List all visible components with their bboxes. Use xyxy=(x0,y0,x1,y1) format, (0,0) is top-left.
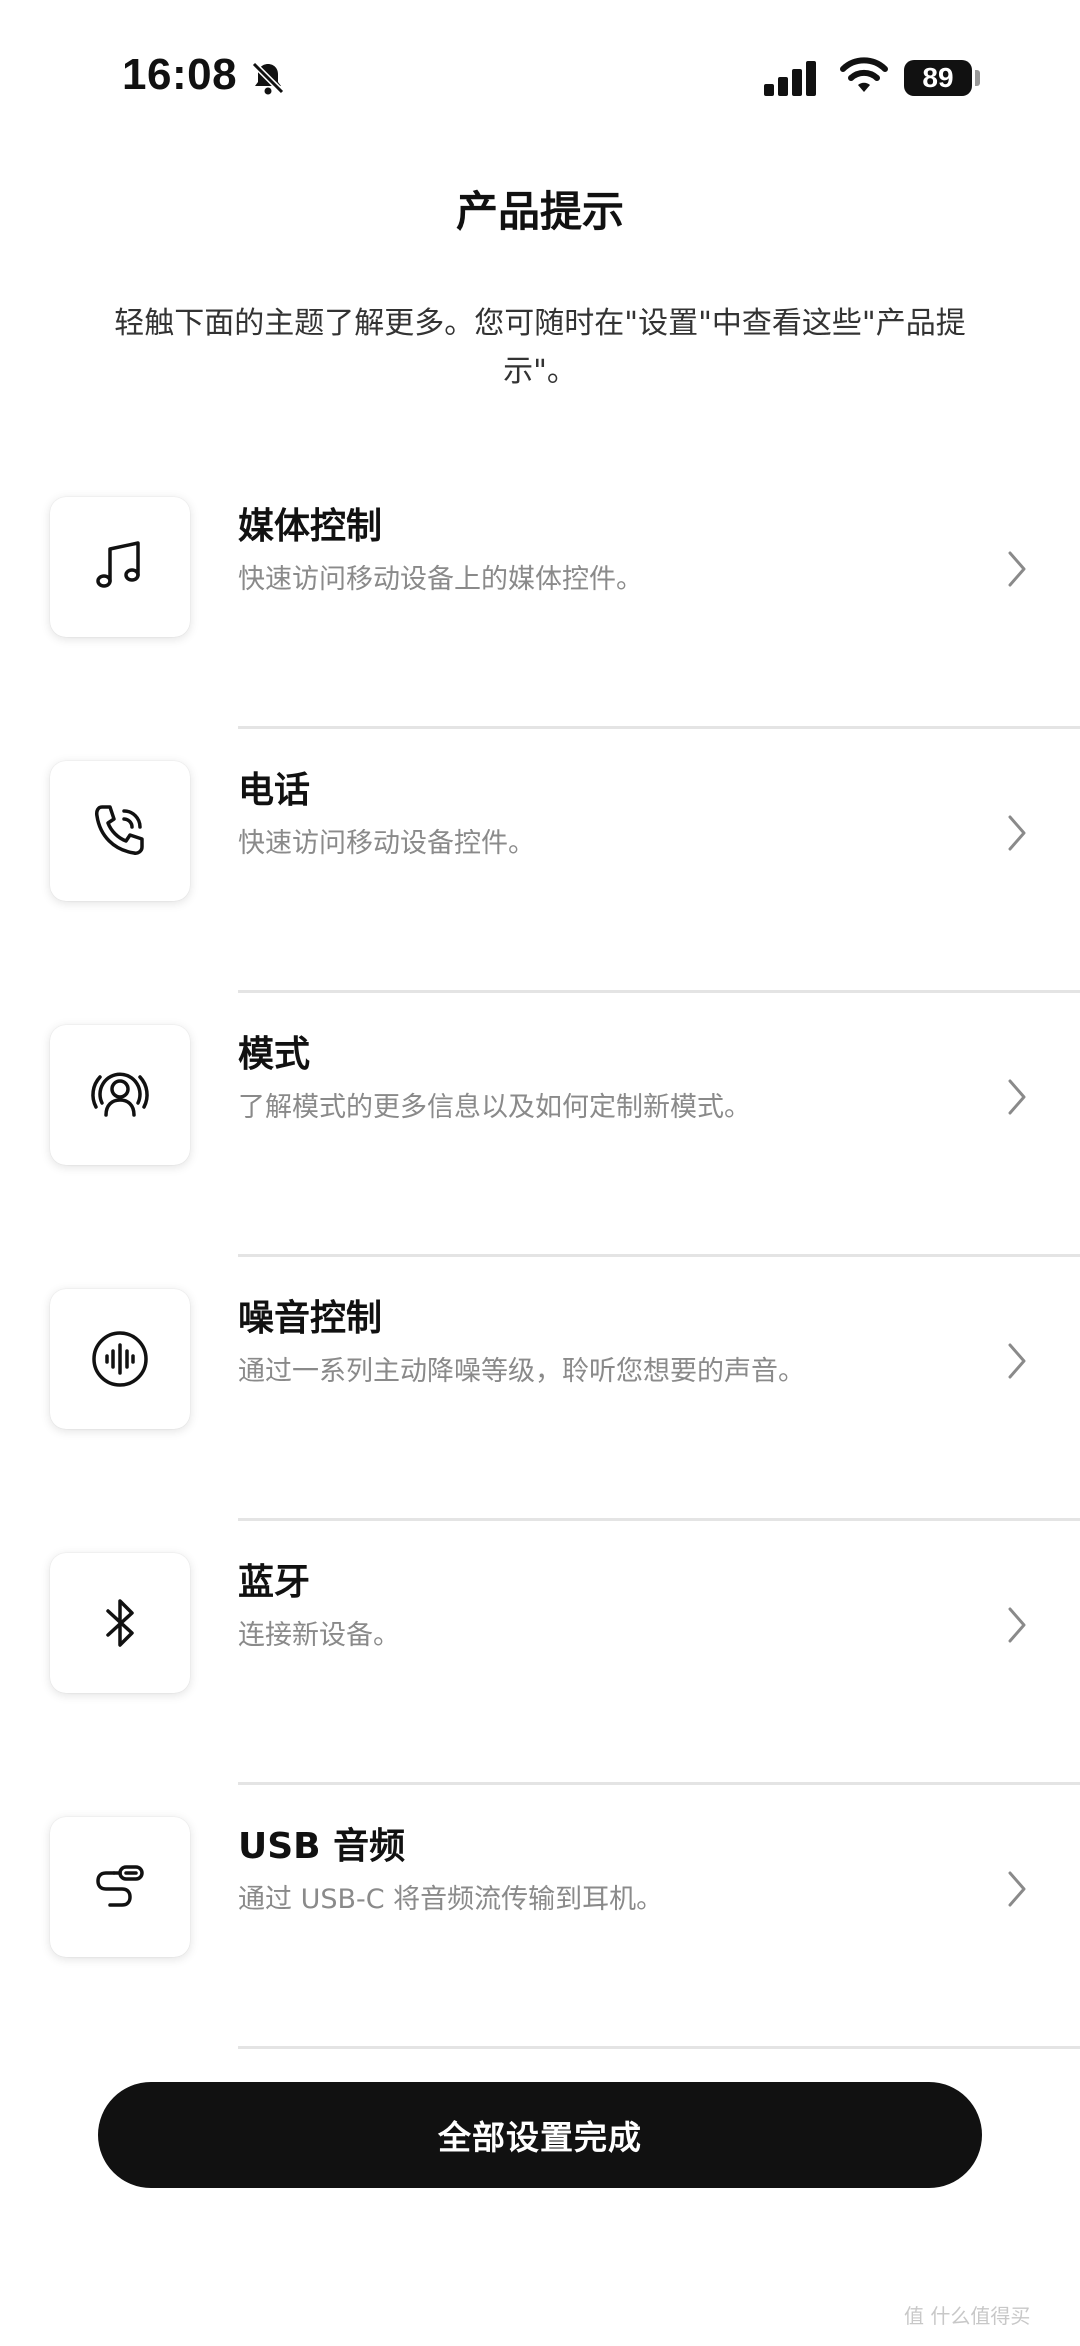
icon-tile xyxy=(50,1025,190,1165)
status-bar: 16:08 89 xyxy=(0,0,1080,150)
item-subtitle: 通过一系列主动降噪等级，聆听您想要的声音。 xyxy=(238,1356,805,1387)
item-title: USB 音频 xyxy=(238,1826,406,1867)
icon-tile xyxy=(50,1553,190,1693)
item-title: 媒体控制 xyxy=(238,506,383,547)
chevron-right-icon xyxy=(1008,1343,1026,1379)
item-title: 模式 xyxy=(238,1034,311,1075)
music-note-icon xyxy=(96,541,140,588)
chevron-right-icon xyxy=(1008,1079,1026,1115)
cellular-signal-icon xyxy=(764,61,816,96)
phone-calling-icon xyxy=(95,805,144,855)
list-item-media-control[interactable]: 媒体控制 快速访问移动设备上的媒体控件。 xyxy=(0,465,1080,729)
list-item-bluetooth[interactable]: 蓝牙 连接新设备。 xyxy=(0,1521,1080,1785)
icon-tile xyxy=(50,1817,190,1957)
person-immersive-icon xyxy=(91,1072,149,1117)
bluetooth-icon xyxy=(106,1599,134,1647)
usb-c-cable-icon xyxy=(96,1865,144,1907)
product-tips-screen: 16:08 89 产品提示 轻触下面的主题了解更多。您可随时在"设置"中查看这些… xyxy=(0,0,1080,2346)
watermark: 值 什么值得买 xyxy=(904,2304,1031,2328)
item-subtitle: 快速访问移动设备上的媒体控件。 xyxy=(238,564,643,595)
chevron-right-icon xyxy=(1008,815,1026,851)
wifi-icon xyxy=(840,57,888,92)
list-item-modes[interactable]: 模式 了解模式的更多信息以及如何定制新模式。 xyxy=(0,993,1080,1257)
item-subtitle: 通过 USB-C 将音频流传输到耳机。 xyxy=(238,1884,664,1915)
list-item-phone[interactable]: 电话 快速访问移动设备控件。 xyxy=(0,729,1080,993)
divider xyxy=(238,2046,1080,2049)
item-title: 电话 xyxy=(238,770,311,811)
status-time: 16:08 xyxy=(122,50,238,99)
icon-tile xyxy=(50,497,190,637)
item-subtitle: 快速访问移动设备控件。 xyxy=(238,828,535,859)
battery-cap xyxy=(975,70,980,86)
tips-list: 媒体控制 快速访问移动设备上的媒体控件。 电话 快速访问移动设备控件。 模式 了… xyxy=(0,465,1080,2049)
icon-tile xyxy=(50,761,190,901)
chevron-right-icon xyxy=(1008,1871,1026,1907)
sound-wave-icon xyxy=(92,1331,148,1387)
chevron-right-icon xyxy=(1008,551,1026,587)
bell-slash-icon xyxy=(251,61,285,95)
list-item-usb-audio[interactable]: USB 音频 通过 USB-C 将音频流传输到耳机。 xyxy=(0,1785,1080,2049)
page-title: 产品提示 xyxy=(455,187,624,236)
item-subtitle: 连接新设备。 xyxy=(238,1620,400,1651)
icon-tile xyxy=(50,1289,190,1429)
item-title: 噪音控制 xyxy=(238,1298,383,1339)
item-subtitle: 了解模式的更多信息以及如何定制新模式。 xyxy=(238,1092,751,1123)
list-item-noise-control[interactable]: 噪音控制 通过一系列主动降噪等级，聆听您想要的声音。 xyxy=(0,1257,1080,1521)
chevron-right-icon xyxy=(1008,1607,1026,1643)
all-done-button[interactable]: 全部设置完成 xyxy=(98,2082,982,2188)
item-title: 蓝牙 xyxy=(238,1562,311,1603)
battery-icon: 89 xyxy=(904,60,972,96)
intro-text: 轻触下面的主题了解更多。您可随时在"设置"中查看这些"产品提示"。 xyxy=(114,306,966,389)
